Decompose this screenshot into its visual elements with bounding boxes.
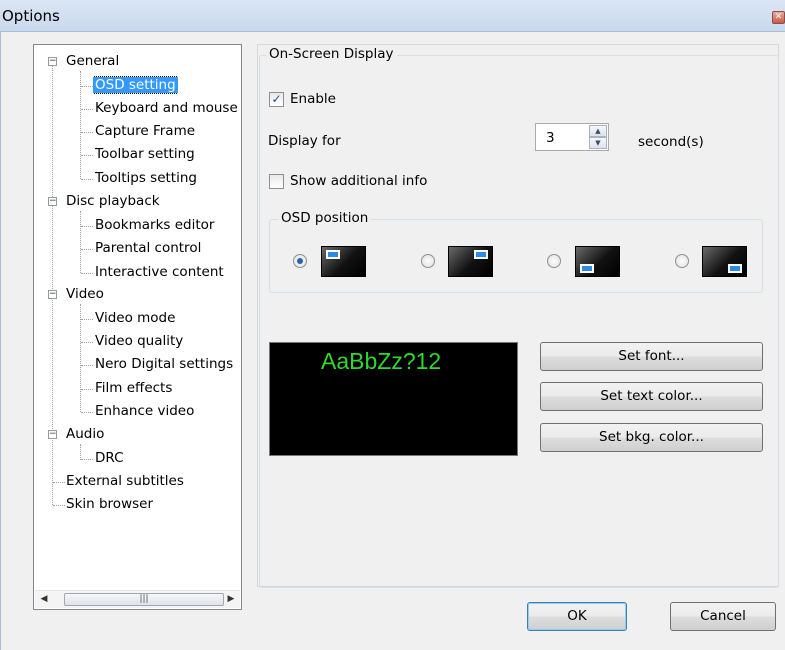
tree-connector — [81, 249, 93, 250]
cancel-button[interactable]: Cancel — [670, 602, 776, 631]
tree-item-toolbar-setting[interactable]: Toolbar setting — [93, 144, 197, 165]
tree-item-external-subtitles[interactable]: External subtitles — [64, 471, 186, 492]
tree-item-enhance-video[interactable]: Enhance video — [93, 401, 196, 422]
tree-connector — [81, 342, 93, 343]
tree-connector — [81, 319, 93, 320]
tree-item-audio[interactable]: Audio — [64, 424, 106, 445]
position-top-left-icon[interactable] — [321, 246, 366, 277]
tree-item-osd-setting[interactable]: OSD setting — [93, 75, 178, 96]
position-bottom-left-radio[interactable] — [547, 254, 561, 268]
tree-item-bookmarks-editor[interactable]: Bookmarks editor — [93, 215, 216, 236]
tree-item-interactive-content[interactable]: Interactive content — [93, 262, 226, 283]
tree-item-nero-digital-settings[interactable]: Nero Digital settings — [93, 354, 238, 375]
tree-connector — [80, 444, 81, 460]
spin-up-icon[interactable]: ▲ — [589, 125, 607, 137]
tree-connector — [81, 109, 93, 110]
tree-connector — [81, 459, 93, 460]
tree-item-skin-browser[interactable]: Skin browser — [64, 494, 155, 515]
tree-connector — [81, 155, 93, 156]
position-top-right-icon[interactable] — [448, 246, 493, 277]
set-font-button[interactable]: Set font... — [540, 342, 763, 371]
enable-label: Enable — [290, 91, 336, 107]
tree-item-parental-control[interactable]: Parental control — [93, 238, 203, 259]
tree-connector — [81, 273, 93, 274]
tree-item-tooltips-setting[interactable]: Tooltips setting — [93, 168, 199, 189]
position-bottom-right-icon[interactable] — [702, 246, 747, 277]
collapse-icon[interactable]: − — [48, 57, 57, 66]
position-top-right-radio[interactable] — [421, 254, 435, 268]
tree-connector — [80, 71, 81, 179]
tree-connector — [81, 365, 93, 366]
scroll-thumb[interactable]: ||| — [64, 593, 224, 606]
tree-horizontal-scrollbar[interactable]: ◀ ||| ▶ — [35, 590, 240, 608]
window-title: Options — [2, 7, 60, 25]
collapse-icon[interactable]: − — [48, 290, 57, 299]
title-bar: Options ✕ — [0, 0, 785, 32]
tree-item-capture-frame[interactable]: Capture Frame — [93, 121, 197, 142]
tree-connector — [81, 389, 93, 390]
position-top-left-radio[interactable] — [293, 254, 307, 268]
osd-position-title: OSD position — [278, 210, 372, 226]
close-icon[interactable]: ✕ — [772, 11, 785, 24]
tree-connector — [81, 179, 93, 180]
tree-item-general[interactable]: General — [64, 51, 121, 72]
set-bkg-color-button[interactable]: Set bkg. color... — [540, 423, 763, 452]
scroll-right-icon[interactable]: ▶ — [222, 591, 240, 608]
set-text-color-button[interactable]: Set text color... — [540, 382, 763, 411]
tree-connector — [81, 226, 93, 227]
tree-item-drc[interactable]: DRC — [93, 448, 126, 469]
enable-checkbox[interactable]: ✓ — [269, 92, 284, 107]
scroll-left-icon[interactable]: ◀ — [35, 591, 53, 608]
tree-connector — [80, 304, 81, 412]
tree-connector — [81, 86, 93, 87]
ok-button[interactable]: OK — [527, 602, 627, 631]
options-tree[interactable]: − − − − General OSD setting Keyboard and… — [33, 44, 242, 610]
tree-connector — [80, 211, 81, 273]
tree-item-video-quality[interactable]: Video quality — [93, 331, 185, 352]
position-bottom-left-icon[interactable] — [575, 246, 620, 277]
display-for-label: Display for — [268, 133, 341, 149]
show-additional-info-label: Show additional info — [290, 173, 428, 189]
tree-item-film-effects[interactable]: Film effects — [93, 378, 174, 399]
tree-item-video-mode[interactable]: Video mode — [93, 308, 177, 329]
tree-item-video[interactable]: Video — [64, 284, 106, 305]
display-for-spinner[interactable]: 3 ▲ ▼ — [535, 123, 609, 151]
display-for-value[interactable]: 3 — [546, 130, 555, 146]
tree-item-keyboard-and-mouse[interactable]: Keyboard and mouse — [93, 98, 238, 119]
seconds-label: second(s) — [638, 134, 704, 150]
tree-connector — [81, 412, 93, 413]
collapse-icon[interactable]: − — [48, 197, 57, 206]
collapse-icon[interactable]: − — [48, 430, 57, 439]
preview-text: AaBbZz?12 — [321, 348, 442, 374]
tree-item-disc-playback[interactable]: Disc playback — [64, 191, 162, 212]
position-bottom-right-radio[interactable] — [675, 254, 689, 268]
osd-preview: AaBbZz?12 — [269, 342, 518, 456]
tree-connector — [81, 132, 93, 133]
show-additional-info-checkbox[interactable] — [269, 174, 284, 189]
osd-section-title: On-Screen Display — [266, 46, 397, 62]
spin-down-icon[interactable]: ▼ — [589, 137, 607, 149]
